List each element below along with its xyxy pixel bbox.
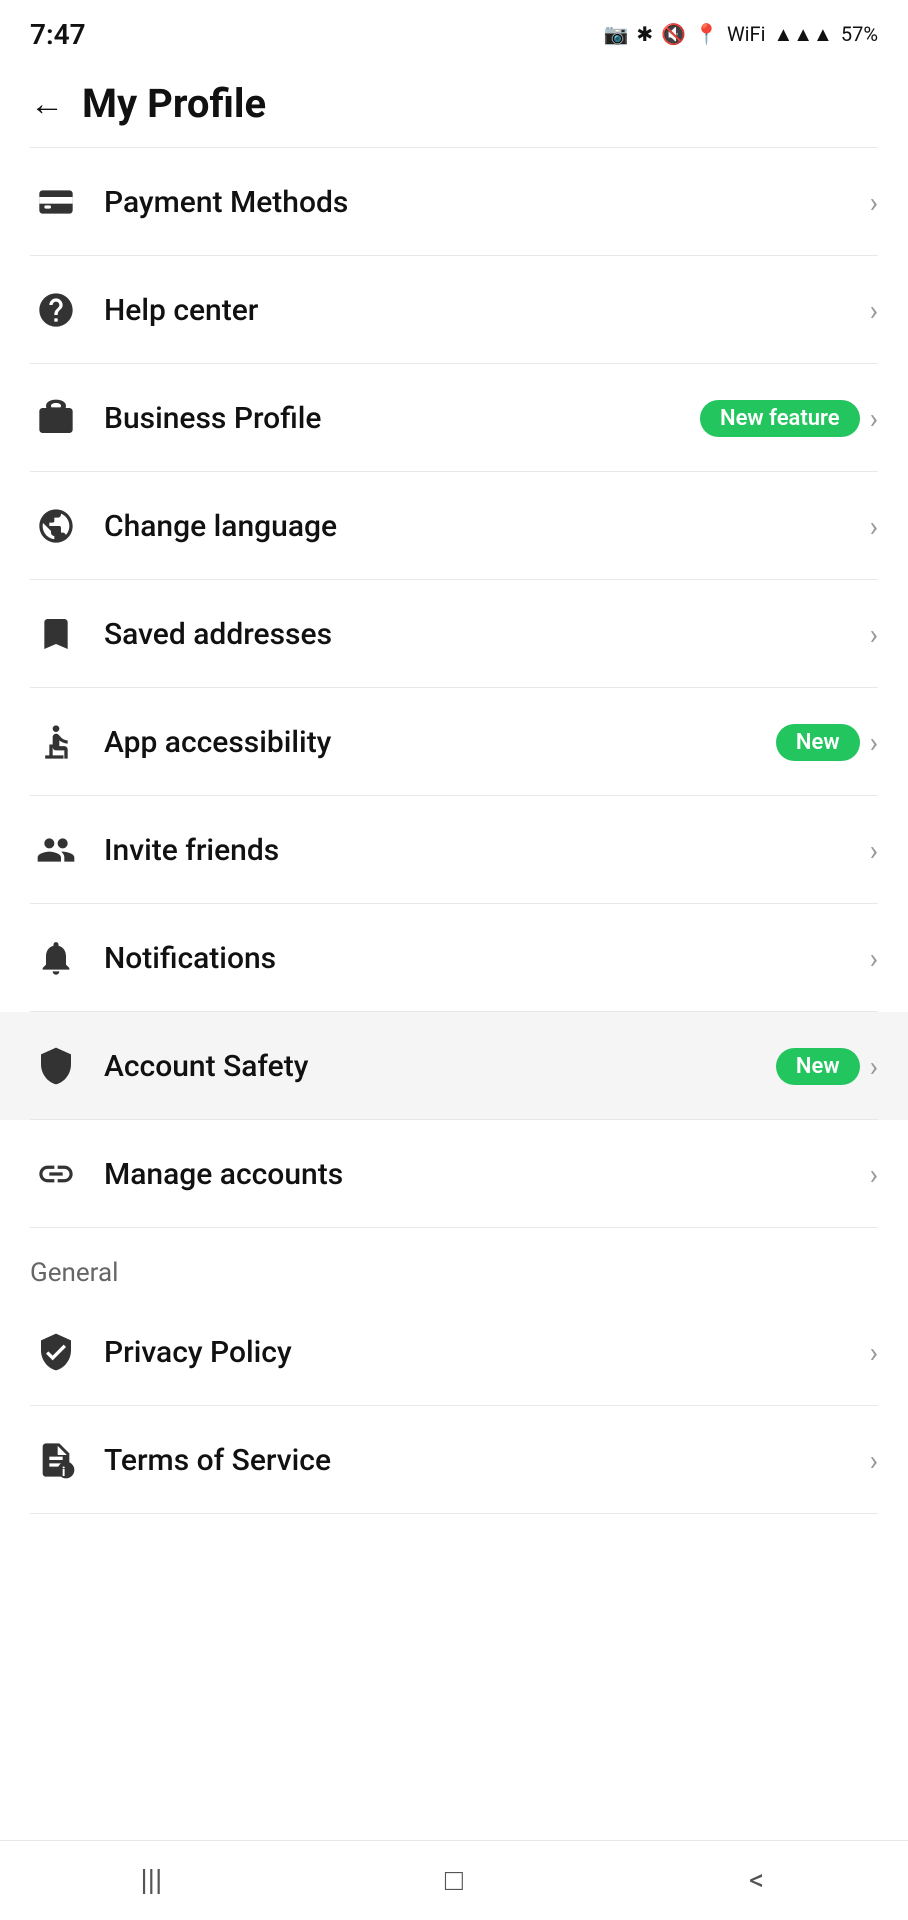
general-menu-list: Privacy Policy › i Terms of Service › <box>0 1298 908 1514</box>
bottom-navigation: ||| □ < <box>0 1840 908 1920</box>
chevron-right-icon: › <box>870 186 878 219</box>
page-title: My Profile <box>82 80 266 127</box>
business-icon <box>30 392 82 444</box>
menu-item-account-safety[interactable]: Account Safety New › <box>0 1012 908 1120</box>
chevron-right-icon: › <box>870 834 878 867</box>
menu-item-terms-of-service[interactable]: i Terms of Service › <box>0 1406 908 1514</box>
help-center-label: Help center <box>104 293 860 328</box>
help-icon <box>30 284 82 336</box>
language-icon <box>30 500 82 552</box>
nav-menu-button[interactable]: ||| <box>111 1851 191 1911</box>
menu-item-business-profile[interactable]: Business Profile New feature › <box>0 364 908 472</box>
new-feature-badge: New feature <box>700 400 860 437</box>
bluetooth-icon: ✱ <box>636 22 653 46</box>
manage-accounts-label: Manage accounts <box>104 1157 860 1192</box>
terms-icon: i <box>30 1434 82 1486</box>
menu-item-payment-methods[interactable]: Payment Methods › <box>0 148 908 256</box>
wifi-icon: WiFi <box>727 22 766 46</box>
accessibility-icon <box>30 716 82 768</box>
menu-item-saved-addresses[interactable]: Saved addresses › <box>0 580 908 688</box>
chevron-right-icon: › <box>870 294 878 327</box>
notifications-label: Notifications <box>104 941 860 976</box>
change-language-label: Change language <box>104 509 860 544</box>
chevron-right-icon: › <box>870 942 878 975</box>
shield-lock-icon <box>30 1326 82 1378</box>
payment-icon <box>30 176 82 228</box>
chevron-right-icon: › <box>870 1444 878 1477</box>
bookmark-icon <box>30 608 82 660</box>
chevron-right-icon: › <box>870 618 878 651</box>
header: ← My Profile <box>0 60 908 147</box>
menu-item-manage-accounts[interactable]: Manage accounts › <box>0 1120 908 1228</box>
chevron-right-icon: › <box>870 1336 878 1369</box>
app-accessibility-label: App accessibility <box>104 725 760 760</box>
menu-item-invite-friends[interactable]: Invite friends › <box>0 796 908 904</box>
svg-text:i: i <box>62 1465 66 1480</box>
status-icons: 📷 ✱ 🔇 📍 WiFi ▲▲▲ 57% <box>603 22 878 47</box>
bell-icon <box>30 932 82 984</box>
back-button[interactable]: ← <box>30 84 64 124</box>
menu-item-privacy-policy[interactable]: Privacy Policy › <box>0 1298 908 1406</box>
menu-list: Payment Methods › Help center › Business… <box>0 148 908 1228</box>
invite-friends-label: Invite friends <box>104 833 860 868</box>
mute-icon: 🔇 <box>661 22 686 46</box>
battery-icon: 57% <box>841 22 878 46</box>
menu-item-notifications[interactable]: Notifications › <box>0 904 908 1012</box>
new-badge-safety: New <box>776 1048 860 1085</box>
menu-item-help-center[interactable]: Help center › <box>0 256 908 364</box>
account-safety-label: Account Safety <box>104 1049 760 1084</box>
menu-item-app-accessibility[interactable]: App accessibility New › <box>0 688 908 796</box>
payment-methods-label: Payment Methods <box>104 185 860 220</box>
new-badge-accessibility: New <box>776 724 860 761</box>
signal-icon: ▲▲▲ <box>773 22 832 47</box>
nav-back-button[interactable]: < <box>717 1851 797 1911</box>
friends-icon <box>30 824 82 876</box>
menu-item-change-language[interactable]: Change language › <box>0 472 908 580</box>
chevron-right-icon: › <box>870 510 878 543</box>
camera-icon: 📷 <box>603 22 628 46</box>
shield-icon <box>30 1040 82 1092</box>
business-profile-label: Business Profile <box>104 401 684 436</box>
nav-home-button[interactable]: □ <box>414 1851 494 1911</box>
location-icon: 📍 <box>694 22 719 46</box>
chevron-right-icon: › <box>870 1158 878 1191</box>
status-bar: 7:47 📷 ✱ 🔇 📍 WiFi ▲▲▲ 57% <box>0 0 908 60</box>
chevron-right-icon: › <box>870 402 878 435</box>
status-time: 7:47 <box>30 18 86 51</box>
privacy-policy-label: Privacy Policy <box>104 1335 860 1370</box>
chevron-right-icon: › <box>870 726 878 759</box>
general-section-label: General <box>0 1228 908 1298</box>
chevron-right-icon: › <box>870 1050 878 1083</box>
terms-of-service-label: Terms of Service <box>104 1443 860 1478</box>
link-icon <box>30 1148 82 1200</box>
saved-addresses-label: Saved addresses <box>104 617 860 652</box>
